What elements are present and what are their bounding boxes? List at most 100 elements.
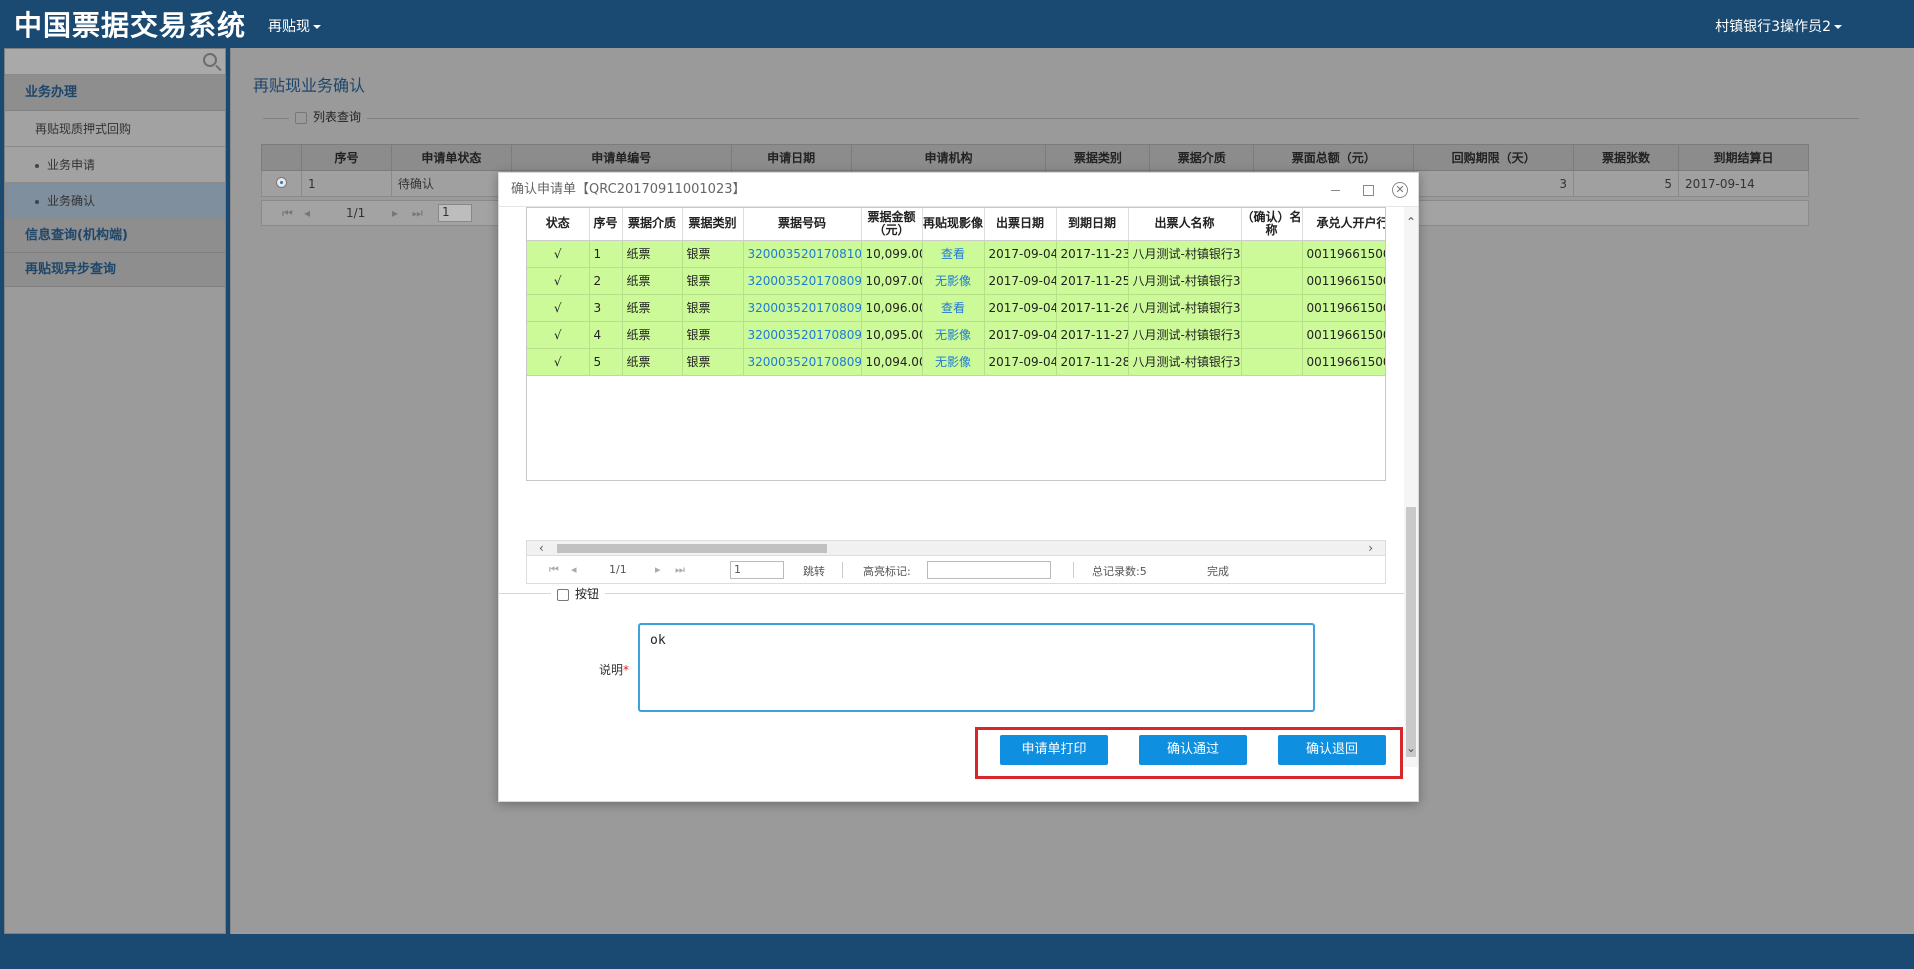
last-page-icon[interactable]: ⏭: [412, 206, 423, 221]
sidebar-sub-repo[interactable]: 再贴现质押式回购: [5, 111, 225, 147]
cell-issue-date: 2017-09-04: [984, 294, 1057, 322]
sidebar-group-business[interactable]: 业务办理: [5, 75, 225, 111]
table-row[interactable]: √ 5 纸票 银票 3200035201708096 10,094.00 无影像…: [527, 348, 1385, 376]
description-label: 说明*: [599, 661, 629, 678]
sidebar-item-apply[interactable]: 业务申请: [5, 147, 225, 183]
row-radio-cell[interactable]: [261, 170, 302, 197]
cell-amount: 10,096.00: [861, 294, 923, 322]
maximize-icon[interactable]: [1360, 182, 1376, 198]
app-title: 中国票据交易系统: [14, 9, 247, 42]
cell-due-date: 2017-11-23: [1056, 240, 1129, 268]
cell-confirm-name: [1241, 240, 1303, 268]
minimize-icon[interactable]: [1328, 182, 1344, 198]
cell-drawer: 八月测试-村镇银行3: [1128, 348, 1242, 376]
page-input[interactable]: 1: [438, 204, 472, 222]
bill-number-link[interactable]: 3200035201708098: [743, 294, 862, 322]
fieldset-list-query[interactable]: 列表查询: [289, 108, 368, 125]
description-label-text: 说明: [599, 663, 624, 677]
scroll-down-icon[interactable]: ⌄: [1404, 741, 1418, 755]
column-header: [261, 144, 302, 171]
sidebar-item-label: 业务确认: [47, 194, 96, 208]
confirm-approve-button[interactable]: 确认通过: [1139, 735, 1247, 765]
column-header: 票据类别: [682, 208, 744, 241]
cell-drawer: 八月测试-村镇银行3: [1128, 294, 1242, 322]
close-icon[interactable]: ✕: [1392, 181, 1408, 198]
pager-divider: [842, 562, 843, 578]
bill-number-link[interactable]: 3200035201708101: [743, 240, 862, 268]
cell-status: √: [527, 348, 590, 376]
user-menu[interactable]: 村镇银行3操作员2: [1715, 16, 1842, 36]
section-buttons[interactable]: 按钮: [551, 585, 606, 602]
first-page-icon[interactable]: ⏮: [549, 563, 559, 577]
cell-count: 5: [1573, 170, 1679, 197]
page-input[interactable]: 1: [730, 561, 784, 579]
caret-down-icon: [1834, 25, 1842, 29]
cell-bank-number: 001196615005: [1302, 321, 1385, 349]
table-row[interactable]: √ 3 纸票 银票 3200035201708098 10,096.00 查看 …: [527, 294, 1385, 322]
image-link[interactable]: 无影像: [922, 348, 985, 376]
cell-issue-date: 2017-09-04: [984, 321, 1057, 349]
cell-amount: 10,099.00: [861, 240, 923, 268]
pager-divider: [1073, 562, 1074, 578]
cell-due-date: 2017-11-25: [1056, 267, 1129, 295]
scroll-thumb[interactable]: [557, 544, 827, 553]
column-header: 申请机构: [850, 144, 1047, 171]
fieldset-label: 列表查询: [313, 110, 362, 124]
column-header: 票据类别: [1045, 144, 1151, 171]
cell-due-date: 2017-11-26: [1056, 294, 1129, 322]
column-header: 再贴现影像: [922, 208, 985, 241]
bill-number-link[interactable]: 3200035201708097: [743, 321, 862, 349]
table-row[interactable]: √ 4 纸票 银票 3200035201708097 10,095.00 无影像…: [527, 321, 1385, 349]
next-page-icon[interactable]: ▸: [655, 563, 661, 576]
column-header: 票据金额（元）: [861, 208, 923, 241]
image-link[interactable]: 无影像: [922, 321, 985, 349]
prev-page-icon[interactable]: ◂: [571, 563, 577, 576]
bill-number-link[interactable]: 3200035201708099: [743, 267, 862, 295]
image-link[interactable]: 查看: [922, 294, 985, 322]
horizontal-scrollbar[interactable]: ‹ ›: [526, 540, 1386, 556]
scroll-thumb[interactable]: [1406, 507, 1416, 757]
sidebar-item-confirm[interactable]: 业务确认: [5, 183, 225, 219]
sidebar-search[interactable]: [5, 49, 225, 75]
cell-issue-date: 2017-09-04: [984, 267, 1057, 295]
search-icon[interactable]: [203, 53, 217, 67]
prev-page-icon[interactable]: ◂: [304, 206, 310, 220]
column-header: （确认）名称: [1241, 208, 1303, 241]
scroll-up-icon[interactable]: ⌃: [1404, 215, 1418, 229]
next-page-icon[interactable]: ▸: [392, 206, 398, 220]
image-link[interactable]: 查看: [922, 240, 985, 268]
grid-header-row: 状态 序号 票据介质 票据类别 票据号码 票据金额（元） 再贴现影像 出票日期 …: [527, 208, 1385, 241]
jump-button[interactable]: 跳转: [803, 563, 825, 579]
section-label: 按钮: [575, 587, 600, 601]
menu-rediscount[interactable]: 再贴现: [268, 16, 321, 36]
collapse-toggle-icon[interactable]: [295, 111, 307, 124]
dialog-header: 确认申请单【QRC20170911001023】 ✕: [499, 173, 1418, 207]
confirm-reject-button[interactable]: 确认退回: [1278, 735, 1386, 765]
image-link[interactable]: 无影像: [922, 267, 985, 295]
row-radio[interactable]: [275, 176, 287, 188]
required-marker: *: [623, 663, 630, 677]
user-label: 村镇银行3操作员2: [1715, 19, 1831, 35]
menu-rediscount-label: 再贴现: [268, 19, 310, 35]
page-indicator: 1/1: [346, 206, 366, 220]
table-row[interactable]: √ 1 纸票 银票 3200035201708101 10,099.00 查看 …: [527, 240, 1385, 268]
collapse-toggle-icon[interactable]: [557, 588, 569, 601]
first-page-icon[interactable]: ⏮: [282, 206, 293, 221]
scroll-right-icon[interactable]: ›: [1368, 541, 1373, 555]
cell-status: √: [527, 321, 590, 349]
bill-number-link[interactable]: 3200035201708096: [743, 348, 862, 376]
sidebar-group-info-query[interactable]: 信息查询(机构端): [5, 219, 225, 253]
scroll-left-icon[interactable]: ‹: [539, 541, 544, 555]
column-header: 票据介质: [622, 208, 683, 241]
page-indicator: 1/1: [609, 563, 627, 576]
print-application-button[interactable]: 申请单打印: [1000, 735, 1108, 765]
cell-term: 3: [1413, 170, 1575, 197]
sidebar-item-label: 业务申请: [47, 158, 96, 172]
highlight-input[interactable]: [927, 561, 1051, 579]
description-textarea[interactable]: ok: [638, 623, 1315, 712]
cell-status: √: [527, 240, 590, 268]
vertical-scrollbar[interactable]: ⌃ ⌄: [1404, 207, 1418, 767]
sidebar-group-async-query[interactable]: 再贴现异步查询: [5, 253, 225, 287]
last-page-icon[interactable]: ⏭: [675, 563, 685, 577]
table-row[interactable]: √ 2 纸票 银票 3200035201708099 10,097.00 无影像…: [527, 267, 1385, 295]
